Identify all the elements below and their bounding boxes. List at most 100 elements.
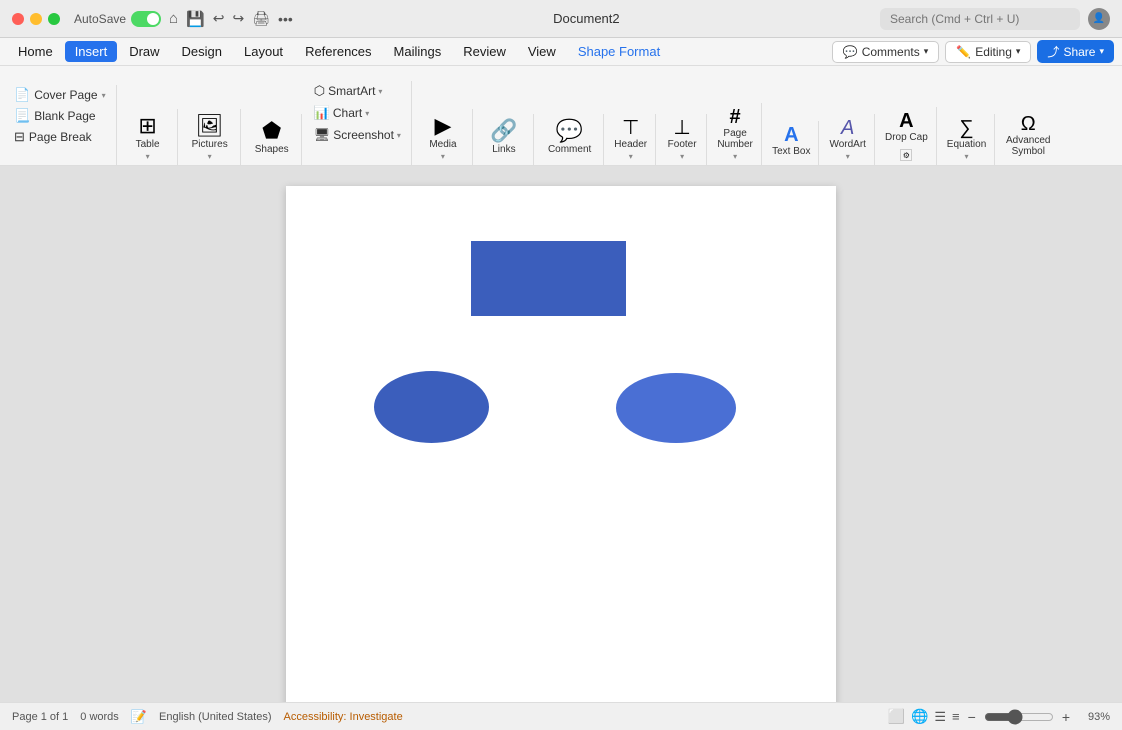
web-layout-btn[interactable]: 🌐	[911, 708, 928, 725]
textbox-btn[interactable]: A Text Box	[768, 121, 814, 161]
header-label: Header	[614, 139, 647, 150]
page-number-caret: ▾	[733, 152, 737, 161]
maximize-button[interactable]	[48, 13, 60, 25]
comment-ribbon-btn[interactable]: 💬 Comment	[542, 114, 597, 161]
track-changes-btn[interactable]: 📝	[131, 709, 147, 725]
textbox-icon: A	[784, 125, 798, 145]
page-info: Page 1 of 1	[12, 711, 68, 723]
blank-page-btn[interactable]: 📃 Blank Page	[10, 106, 110, 126]
shape-ellipse-left[interactable]	[374, 371, 489, 443]
shape-ellipse-right[interactable]	[616, 373, 736, 443]
links-btn[interactable]: 🔗 Links	[481, 114, 527, 161]
blank-page-label: Blank Page	[34, 109, 95, 123]
document-canvas[interactable]	[286, 186, 836, 702]
comments-btn[interactable]: 💬 Comments ▾	[832, 41, 940, 63]
dropcap-settings-icon: ⚙	[903, 151, 910, 160]
ribbon-group-links: 🔗 Links	[475, 114, 534, 165]
menubar-item-design[interactable]: Design	[172, 41, 232, 62]
menubar-item-draw[interactable]: Draw	[119, 41, 169, 62]
screenshot-caret: ▾	[397, 131, 401, 140]
media-caret: ▾	[441, 152, 445, 161]
menubar-item-insert[interactable]: Insert	[65, 41, 118, 62]
menubar-item-view[interactable]: View	[518, 41, 566, 62]
wordart-btn[interactable]: A WordArt	[825, 114, 870, 154]
symbol-btn[interactable]: Ω AdvancedSymbol	[1001, 110, 1055, 161]
equation-caret: ▾	[965, 152, 969, 161]
equation-btn[interactable]: ∑ Equation	[943, 114, 990, 154]
page-break-icon: ⊟	[14, 129, 25, 145]
menubar-item-home[interactable]: Home	[8, 41, 63, 62]
print-btn[interactable]: 🖨	[252, 10, 270, 27]
ribbon-group-pages: 📄 Cover Page ▾ 📃 Blank Page ⊟ Page Break	[4, 85, 117, 165]
share-caret: ▾	[1099, 46, 1104, 57]
cover-page-btn[interactable]: 📄 Cover Page ▾	[10, 85, 110, 105]
statusbar-right: ⬜ 🌐 ☰ ≡ − + 93%	[888, 708, 1111, 725]
header-btn[interactable]: ⊤ Header	[610, 114, 651, 154]
autosave-toggle[interactable]	[131, 11, 161, 27]
autosave-area: AutoSave	[74, 11, 161, 27]
chart-icon: 📊	[314, 105, 330, 121]
print-layout-btn[interactable]: ⬜	[888, 708, 905, 725]
screenshot-btn[interactable]: 🖥 Screenshot ▾	[310, 125, 405, 145]
page-break-btn[interactable]: ⊟ Page Break	[10, 127, 110, 147]
zoom-slider[interactable]	[984, 709, 1054, 725]
comment-ribbon-label: Comment	[548, 144, 591, 155]
pictures-label: Pictures	[192, 139, 228, 150]
more-btn[interactable]: •••	[278, 11, 293, 27]
menubar-item-review[interactable]: Review	[453, 41, 516, 62]
screenshot-icon: 🖥	[314, 127, 331, 143]
table-label: Table	[136, 139, 160, 150]
share-btn[interactable]: ⤴ Share ▾	[1037, 40, 1114, 63]
autosave-label: AutoSave	[74, 12, 126, 26]
smartart-caret: ▾	[378, 87, 382, 96]
ribbon: 📄 Cover Page ▾ 📃 Blank Page ⊟ Page Break…	[0, 66, 1122, 166]
menubar-item-shape-format[interactable]: Shape Format	[568, 41, 670, 62]
footer-caret: ▾	[680, 152, 684, 161]
table-btn[interactable]: ⊞ Table	[125, 109, 171, 156]
share-icon: ⤴	[1047, 43, 1059, 60]
menubar-item-references[interactable]: References	[295, 41, 381, 62]
shape-rectangle[interactable]	[471, 241, 626, 316]
save-btn[interactable]: 💾	[186, 10, 205, 28]
wordart-label: WordArt	[829, 139, 866, 150]
redo-btn[interactable]: ↪	[233, 10, 245, 27]
minimize-button[interactable]	[30, 13, 42, 25]
symbol-label: AdvancedSymbol	[1006, 135, 1050, 157]
menubar-item-mailings[interactable]: Mailings	[384, 41, 452, 62]
menubar-item-layout[interactable]: Layout	[234, 41, 293, 62]
shapes-label: Shapes	[255, 144, 289, 155]
zoom-plus-btn[interactable]: +	[1060, 709, 1072, 725]
page-number-label: PageNumber	[717, 128, 753, 150]
header-icon: ⊤	[622, 118, 639, 138]
comment-icon: 💬	[843, 45, 858, 59]
chart-btn[interactable]: 📊 Chart ▾	[310, 103, 405, 123]
smartart-btn[interactable]: ⬡ SmartArt ▾	[310, 81, 405, 101]
cover-page-caret: ▾	[102, 91, 106, 100]
page-number-btn[interactable]: # PageNumber	[713, 103, 757, 154]
ribbon-group-pictures: 🖼 Pictures ▾	[180, 109, 241, 165]
pictures-btn[interactable]: 🖼 Pictures	[186, 109, 234, 156]
profile-avatar[interactable]: 👤	[1088, 8, 1110, 30]
dropcap-label: Drop Cap	[885, 132, 928, 143]
ribbon-group-comment: 💬 Comment	[536, 114, 604, 165]
blank-page-icon: 📃	[14, 108, 30, 124]
read-mode-btn[interactable]: ≡	[952, 709, 960, 724]
comment-ribbon-icon: 💬	[556, 120, 583, 142]
undo-btn[interactable]: ↩	[213, 10, 225, 27]
ribbon-group-symbol: Ω AdvancedSymbol	[997, 110, 1059, 165]
home-icon-btn[interactable]: ⌂	[169, 10, 178, 27]
editing-caret: ▾	[1016, 46, 1021, 57]
media-btn[interactable]: ▶ Media	[420, 109, 466, 156]
search-input[interactable]	[880, 8, 1080, 30]
close-button[interactable]	[12, 13, 24, 25]
ribbon-group-header: ⊤ Header ▾	[606, 114, 656, 165]
ribbon-group-media: ▶ Media ▾	[414, 109, 473, 165]
accessibility: Accessibility: Investigate	[284, 711, 403, 723]
editing-btn[interactable]: ✏️ Editing ▾	[945, 41, 1031, 63]
dropcap-btn[interactable]: A Drop Cap	[881, 107, 932, 147]
outline-btn[interactable]: ☰	[934, 709, 946, 725]
zoom-minus-btn[interactable]: −	[966, 709, 978, 725]
ribbon-group-table: ⊞ Table ▾	[119, 109, 178, 165]
footer-btn[interactable]: ⊥ Footer	[662, 114, 702, 154]
shapes-btn[interactable]: ⬟ Shapes	[249, 114, 295, 161]
